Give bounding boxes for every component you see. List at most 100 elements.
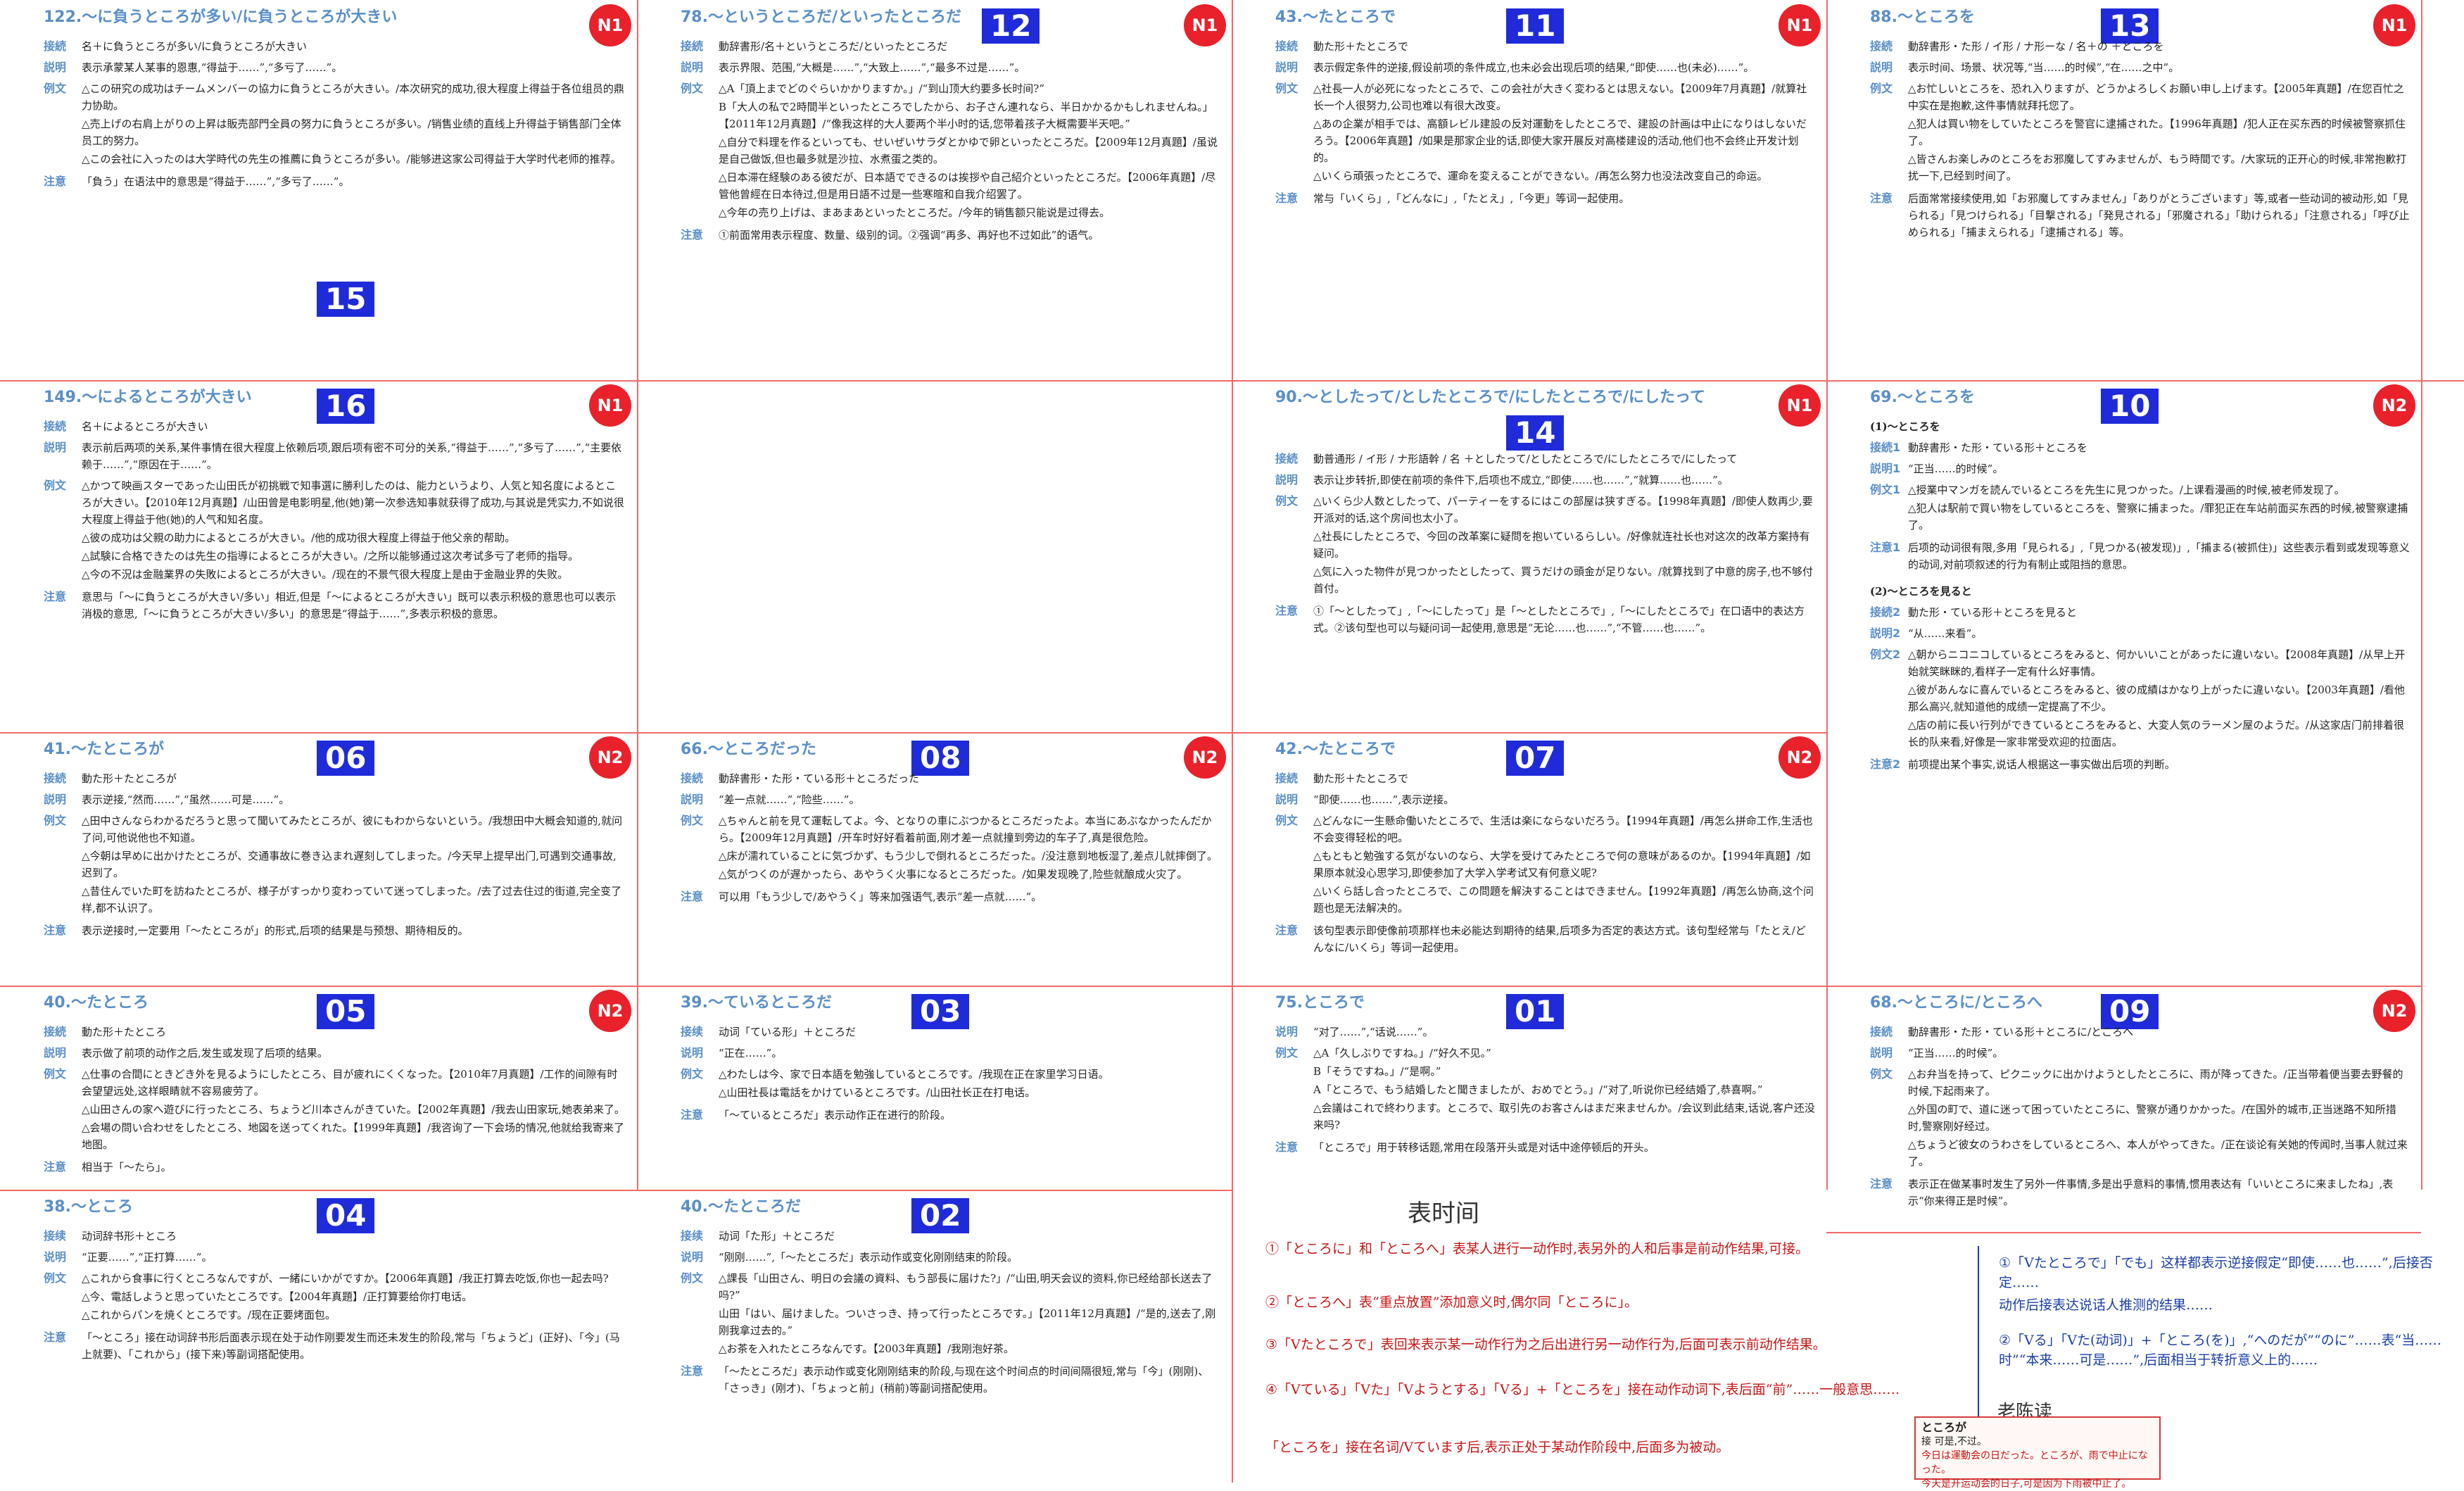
connect-text: 動普通形 / イ形 / ナ形語幹 / 名 ＋としたって/としたところで/にしたと… (1313, 453, 1738, 465)
grammar-card-149: 149.～によるところが大きい 16 N1 接続 名＋によるところが大きい 説明表… (0, 380, 637, 732)
grammar-card-90: 90.～としたって/としたところで/にしたところで/にしたって 14 N1 接続… (1232, 380, 1826, 732)
card-body: 接続 動辞書形・た形 / イ形 / ナ形ーな / 名＋の ＋ところを 説明 表示时间… (1870, 38, 2410, 376)
row-label: 例文 (44, 479, 67, 492)
note-text: 该句型表示即使像前项那样也未必能达到期待的结果,后项多为否定的表达方式。该句型经… (1313, 924, 1806, 954)
grammar-card-40a: 40.～たところ 05 N2 接続 動た形＋たところ 説明 表示做了前项的动作之后,… (0, 986, 637, 1190)
example-sentence: △社長一人が必死になったところで、この会社が大きく変わるとは思えない。【2009… (1313, 82, 1807, 112)
card-number-badge: 15 (317, 282, 375, 317)
row-label: 接続 (681, 39, 704, 53)
examples: △A「久しぶりですね。」/“好久不见。” B「そうですね。」/“是啊。” A「と… (1313, 1045, 1815, 1135)
row-label: 接続 (44, 772, 67, 785)
explain-text: 表示让步转折,即使在前项的条件下,后项也不成立,“即使……也……”,“就算……也… (1313, 474, 1729, 486)
examples: △かつて映画スターであった山田氏が初挑戦で知事選に勝利したのは、能力というより、… (82, 477, 626, 584)
example-sentence: △どんなに一生懸命働いたところで、生活は楽にならないだろう。【1994年真題】/… (1313, 814, 1813, 844)
row-label: 例文 (1275, 1046, 1299, 1059)
row-label: 注意 (44, 924, 67, 937)
examples: △ちゃんと前を見て運転してよ。今、となりの車にぶつかるところだったよ。本当にあぶ… (719, 812, 1220, 884)
grammar-card-122: 122.～に負うところが多い/に負うところが大きい N1 接続 名＋に負うところが… (0, 0, 637, 380)
examples: △A「頂上までどのぐらいかかりますか。」/“到山顶大约要多长时间?” B「大人の… (719, 80, 1220, 222)
row-label: 例文 (1275, 494, 1299, 508)
card-body: 接续 动词辞书形＋ところ 说明 “正要……”,“正打算……”。 例文 △これから食事… (44, 1228, 626, 1478)
box-line: 今日は運動会の日だった。ところが、雨で中止になった。 (1921, 1450, 2148, 1476)
examples: △授業中マンガを読んでいるところを先生に見つかった。/上课看漫画的时候,被老师发… (1908, 482, 2410, 535)
card-title: 39.～ているところだ (681, 994, 832, 1012)
example-sentence: △A「頂上までどのぐらいかかりますか。」/“到山顶大约要多长时间?” (719, 82, 1045, 95)
example-sentence: △いくら話し合ったところで、この問題を解決することはできません。【1992年真題… (1313, 885, 1814, 914)
row-label: 説明 (1275, 473, 1299, 486)
card-title: 68.～ところに/ところへ (1870, 994, 2043, 1012)
note-text: 意思与「～に負うところが大きい/多い」相近,但是「～によるところが大きい」既可以… (82, 591, 617, 620)
card-title: 41.～たところが (44, 741, 164, 758)
note-text: 可以用「もう少しで/あやうく」等来加强语气,表示“差一点就……”。 (719, 891, 1042, 903)
grammar-card-69: 69.～ところを 10 N2 (1)～ところを 接続1 動辞書形・た形・ている形＋… (1826, 380, 2421, 986)
examples: △お弁当を持って、ピクニックに出かけようとしたところに、雨が降ってきた。/正当带… (1908, 1066, 2410, 1171)
explain-text: “刚刚……”,「～たところだ」表示动作或变化刚刚结束的阶段。 (719, 1251, 1018, 1264)
examples: △朝からニコニコしているところをみると、何かいいことがあったに違いない。【200… (1908, 646, 2410, 752)
example-sentence: △今、電話しようと思っていたところです。【2004年真題】/正打算要给你打电话。 (82, 1290, 473, 1303)
explain-text: 表示做了前项的动作之后,发生或发现了后项的结果。 (82, 1047, 328, 1059)
explain-text: “对了……”,“话说……”。 (1313, 1026, 1434, 1038)
grammar-card-42: 42.～たところで 07 N2 接続 動た形＋たところで 説明 “即使……也……”,… (1232, 732, 1826, 986)
example-sentence: △この研究の成功はチームメンバーの協力に負うところが大きい。/本次研究的成功,很… (82, 82, 624, 112)
card-title: 78.～というところだ/といったところだ (681, 8, 962, 26)
row-label: 例文1 (1870, 483, 1901, 496)
grammar-card-39: 39.～ているところだ 03 接续 动词「ている形」＋ところだ 说明 “正在……”。… (637, 986, 1232, 1190)
example-sentence: △ちょうど彼女のうわさをしているところへ、本人がやってきた。/正在谈论有关她的传… (1908, 1138, 2408, 1168)
row-label: 注意 (44, 590, 67, 603)
connect-text: 動辞書形/名＋というところだ/といったところだ (719, 40, 948, 53)
examples: △お忙しいところを、恐れ入りますが、どうかよろしくお願い申し上げます。【2005… (1908, 80, 2410, 186)
grammar-card-75: 75.ところで 01 说明 “对了……”,“话说……”。 例文 △A「久しぶりです… (1232, 986, 1826, 1190)
card-title: 149.～によるところが大きい (44, 389, 252, 406)
empty-cell (637, 380, 1232, 732)
grammar-card-66: 66.～ところだった 08 N2 接続 動辞書形・た形・ている形＋ところだった 説… (637, 732, 1232, 986)
connect-text: 名＋に負うところが多い/に負うところが大きい (82, 40, 308, 53)
row-label: 接続 (681, 772, 704, 785)
row-label: 注意 (1870, 191, 1893, 205)
row-label: 説明1 (1870, 462, 1901, 475)
card-title: 43.～たところで (1275, 8, 1396, 26)
example-sentence: △山田さんの家へ遊びに行ったところ、ちょうど川本さんがきていた。【2002年真題… (82, 1103, 626, 1116)
example-sentence: B「大人の私で2時間半といったところでしたから、お子さん連れなら、半日かかるかも… (719, 101, 1213, 130)
example-sentence: △犯人は買い物をしていたところを警官に逮捕された。【1996年真題】/犯人正在买… (1908, 118, 2406, 147)
row-label: 注意1 (1870, 541, 1901, 554)
card-number-badge: 14 (1506, 415, 1565, 451)
example-sentence: △今の不況は金融業界の失敗によるところが大きい。/现在的不景气很大程度上是由于金… (82, 568, 569, 581)
row-label: 例文 (681, 1067, 704, 1081)
grammar-card-88: 88.～ところを 13 N1 接続 動辞書形・た形 / イ形 / ナ形ーな / 名… (1826, 0, 2421, 380)
row-label: 例文 (681, 82, 704, 95)
row-label: 例文 (1870, 1067, 1893, 1081)
row-label: 注意 (681, 1108, 704, 1121)
row-label: 注意 (1275, 1140, 1299, 1154)
examples: △田中さんならわかるだろうと思って聞いてみたところが、彼にもわからないという。/… (82, 812, 626, 918)
explain-text: “正要……”,“正打算……”。 (82, 1251, 213, 1264)
explain-text: 表示承蒙某人某事的恩惠,“得益于……”,“多亏了……”。 (82, 61, 343, 74)
row-label: 例文 (1870, 82, 1893, 95)
card-title: 38.～ところ (44, 1198, 133, 1216)
row-label: 例文 (44, 814, 67, 827)
card-title: 40.～たところだ (681, 1198, 801, 1216)
row-label: 接続 (44, 39, 67, 53)
explain-text: “差一点就……”,“险些……”。 (719, 793, 860, 806)
box-title: ところが (1921, 1421, 1967, 1434)
row-label: 接続 (1275, 452, 1299, 465)
row-label: 説明 (44, 793, 67, 806)
subsection-title: (1)～ところを (1870, 420, 1940, 433)
grammar-card-78: 78.～というところだ/といったところだ 12 N1 接続 動辞書形/名＋というと… (637, 0, 1232, 380)
red-note: ①「ところに」和「ところへ」表某人进行一动作时,表另外的人和后事是前动作结果,可… (1265, 1241, 1809, 1257)
example-sentence: △彼の成功は父親の助力によるところが大きい。/他的成功很大程度上得益于他父亲的帮… (82, 531, 516, 544)
row-label: 接続 (44, 420, 67, 433)
row-label: 接続 (1870, 39, 1893, 53)
row-label: 接続 (1275, 772, 1299, 785)
example-sentence: △犯人は駅前で買い物をしているところを、警察に捕まった。/罪犯正在车站前面买东西… (1908, 502, 2408, 531)
card-body: 说明 “对了……”,“话说……”。 例文 △A「久しぶりですね。」/“好久不见。”… (1275, 1024, 1815, 1185)
row-label: 説明 (1275, 793, 1299, 806)
explain-text: 表示逆接,“然而……”,“虽然……可是……”。 (82, 793, 290, 806)
row-label: 例文2 (1870, 648, 1901, 661)
row-label: 説明 (44, 1046, 67, 1059)
handwritten-notes: 表时间 ①「ところに」和「ところへ」表某人进行一动作时,表另外的人和后事是前动作… (1253, 1190, 2463, 1478)
example-sentence: △今年の売り上げは、まあまあといったところだ。/今年的销售额只能说是过得去。 (719, 206, 1111, 219)
row-label: 注意 (1275, 604, 1299, 617)
row-label: 接续 (681, 1229, 704, 1242)
row-label: 注意 (44, 1160, 67, 1174)
card-body: 接续 动词「ている形」＋ところだ 说明 “正在……”。 例文 △わたしは今、家で日本… (681, 1024, 1220, 1185)
